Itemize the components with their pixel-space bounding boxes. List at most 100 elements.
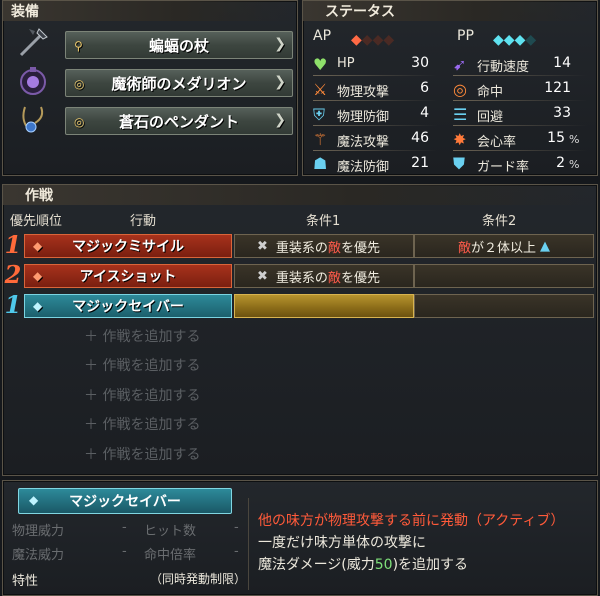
medallion-icon	[20, 67, 46, 95]
hit-count-value: -	[234, 520, 239, 535]
condition-1-button[interactable]	[234, 294, 414, 318]
ap-gem-icon: ◆	[351, 32, 362, 48]
condition-1-button[interactable]: ✖ 重装系の敵を優先	[234, 234, 414, 258]
mag-power-label: 魔法威力	[12, 548, 65, 563]
cond1-post: を優先	[340, 270, 380, 286]
header-cond1: 条件1	[306, 214, 341, 229]
header-action: 行動	[130, 214, 157, 229]
stat-hp-label: HP	[337, 56, 355, 71]
ap-gem-icon: ◆	[33, 269, 43, 283]
ap-gem-icon: ◆	[383, 32, 395, 48]
stat-hit-label: 命中	[477, 85, 504, 100]
cond1-pre: 重装系の	[275, 240, 328, 256]
skill-desc-line2: 一度だけ味方単体の攻撃に	[258, 532, 426, 552]
cond2-post: が２体以上	[471, 240, 537, 256]
pp-gem-icon: ◆	[525, 32, 537, 48]
skill-desc-line1: 他の味方が物理攻撃する前に発動（アクティブ）	[258, 513, 565, 529]
condition-2-button[interactable]	[414, 294, 594, 318]
add-tactic-button[interactable]: ＋ 作戦を追加する	[84, 326, 200, 346]
stat-mdef-value: 21	[411, 155, 429, 171]
hit-count-label: ヒット数	[144, 524, 197, 539]
staff-icon	[19, 28, 48, 57]
skill-desc-line2-text: 一度だけ味方単体の攻撃に	[258, 535, 426, 551]
stat-crit-value: 15	[547, 130, 565, 146]
weapon-button[interactable]: ⚲ 蝙蝠の杖 ❯	[65, 31, 293, 59]
header-priority: 優先順位	[10, 214, 63, 229]
action-label: マジックセイバー	[72, 299, 184, 315]
equipment-title: 装備	[11, 4, 39, 20]
action-label: マジックミサイル	[72, 239, 184, 255]
action-button[interactable]: ◆ マジックミサイル	[24, 234, 232, 258]
cond1-post: を優先	[340, 240, 380, 256]
ap-label: AP	[313, 28, 332, 44]
action-button[interactable]: ◆ アイスショット	[24, 264, 232, 288]
stat-hp-value: 30	[411, 55, 429, 71]
stat-pdef-label: 物理防御	[337, 110, 390, 125]
hit-mult-label: 命中倍率	[144, 548, 197, 563]
skill-desc-line3: 魔法ダメージ(威力50)を追加する	[258, 554, 468, 574]
add-tactic-button[interactable]: ＋ 作戦を追加する	[84, 385, 200, 405]
guard-icon: ⛊	[453, 154, 466, 173]
action-label: アイスショット	[79, 269, 177, 285]
pp-gem-icon: ◆	[29, 493, 39, 507]
cond1-enemy: 敵	[327, 240, 341, 256]
magic-shield-icon: ☗	[313, 154, 328, 173]
equipment-slot-accessory-2[interactable]: ◎ 蒼石のペンダント ❯	[17, 103, 293, 137]
pp-gem-icon: ◆	[514, 32, 526, 48]
pp-gem-icon: ◆	[493, 32, 504, 48]
add-tactic-button[interactable]: ＋ 作戦を追加する	[84, 444, 200, 464]
phys-power-label: 物理威力	[12, 524, 65, 539]
condition-2-button[interactable]	[414, 264, 594, 288]
armor-type-icon: ✖	[257, 238, 268, 254]
speed-icon: ➹	[453, 55, 467, 74]
sword-icon: ⚔	[313, 80, 328, 99]
stat-mdef-label: 魔法防御	[337, 160, 390, 175]
add-tactic-button[interactable]: ＋ 作戦を追加する	[84, 355, 200, 375]
stat-guard-label: ガード率	[477, 160, 530, 175]
stat-matk-label: 魔法攻撃	[337, 135, 390, 150]
accessory-2-button[interactable]: ◎ 蒼石のペンダント ❯	[65, 107, 293, 135]
skill-desc-post: )を追加する	[392, 557, 469, 573]
condition-1-button[interactable]: ✖ 重装系の敵を優先	[234, 264, 414, 288]
chevron-right-icon: ❯	[274, 112, 286, 128]
critical-icon: ✸	[453, 130, 467, 149]
accessory-2-label: 蒼石のペンダント	[118, 112, 239, 131]
pendant-icon	[22, 106, 44, 133]
stat-crit-label: 会心率	[477, 135, 517, 150]
armor-icon: ⛨	[313, 105, 326, 124]
target-icon: ◎	[453, 80, 467, 99]
stat-matk-value: 46	[411, 130, 429, 146]
condition-2-button[interactable]: 敵が２体以上 ▲	[414, 234, 594, 258]
add-tactic-button[interactable]: ＋ 作戦を追加する	[84, 414, 200, 434]
armor-type-icon: ✖	[257, 268, 268, 284]
stat-patk-value: 6	[420, 80, 429, 96]
equipment-slot-weapon[interactable]: ⚲ 蝙蝠の杖 ❯	[17, 27, 293, 61]
cond1-enemy: 敵	[327, 270, 341, 286]
chevron-right-icon: ❯	[274, 36, 286, 52]
key-icon: ⚲	[74, 39, 83, 53]
stat-evade-value: 33	[553, 105, 571, 121]
stat-speed-label: 行動速度	[477, 60, 530, 75]
accessory-1-button[interactable]: ◎ 魔術師のメダリオン ❯	[65, 69, 293, 97]
header-cond2: 条件2	[482, 214, 517, 229]
phys-power-value: -	[122, 520, 127, 535]
pp-gem-icon: ◆	[33, 299, 43, 313]
equipment-panel: 装備 ⚲ 蝙蝠の杖 ❯ ◎ 魔術師のメダリオン ❯ ◎ 蒼石のペンダント ❯	[2, 0, 298, 176]
skill-name-button[interactable]: ◆ マジックセイバー	[18, 488, 232, 514]
accessory-1-label: 魔術師のメダリオン	[111, 74, 247, 93]
status-title: ステータス	[325, 4, 395, 20]
cond1-pre: 重装系の	[275, 270, 328, 286]
trait-value: （同時発動制限）	[150, 572, 247, 586]
status-panel: ステータス AP ◆◆◆◆ PP ◆◆◆◆ ♥ HP 30 ⚔ 物理攻撃 6 ⛨…	[302, 0, 598, 176]
stat-crit-unit: %	[569, 133, 580, 146]
rank-badge: 1	[4, 230, 22, 259]
ap-gem-icon: ◆	[33, 239, 43, 253]
equipment-slot-accessory-1[interactable]: ◎ 魔術師のメダリオン ❯	[17, 65, 293, 99]
action-button[interactable]: ◆ マジックセイバー	[24, 294, 232, 318]
stat-pdef-value: 4	[420, 105, 429, 121]
ring-icon: ◎	[74, 115, 85, 129]
pp-gem-icon: ◆	[503, 32, 515, 48]
stat-evade-label: 回避	[477, 110, 504, 125]
cond2-enemy: 敵	[457, 240, 471, 256]
pp-label: PP	[457, 28, 474, 44]
